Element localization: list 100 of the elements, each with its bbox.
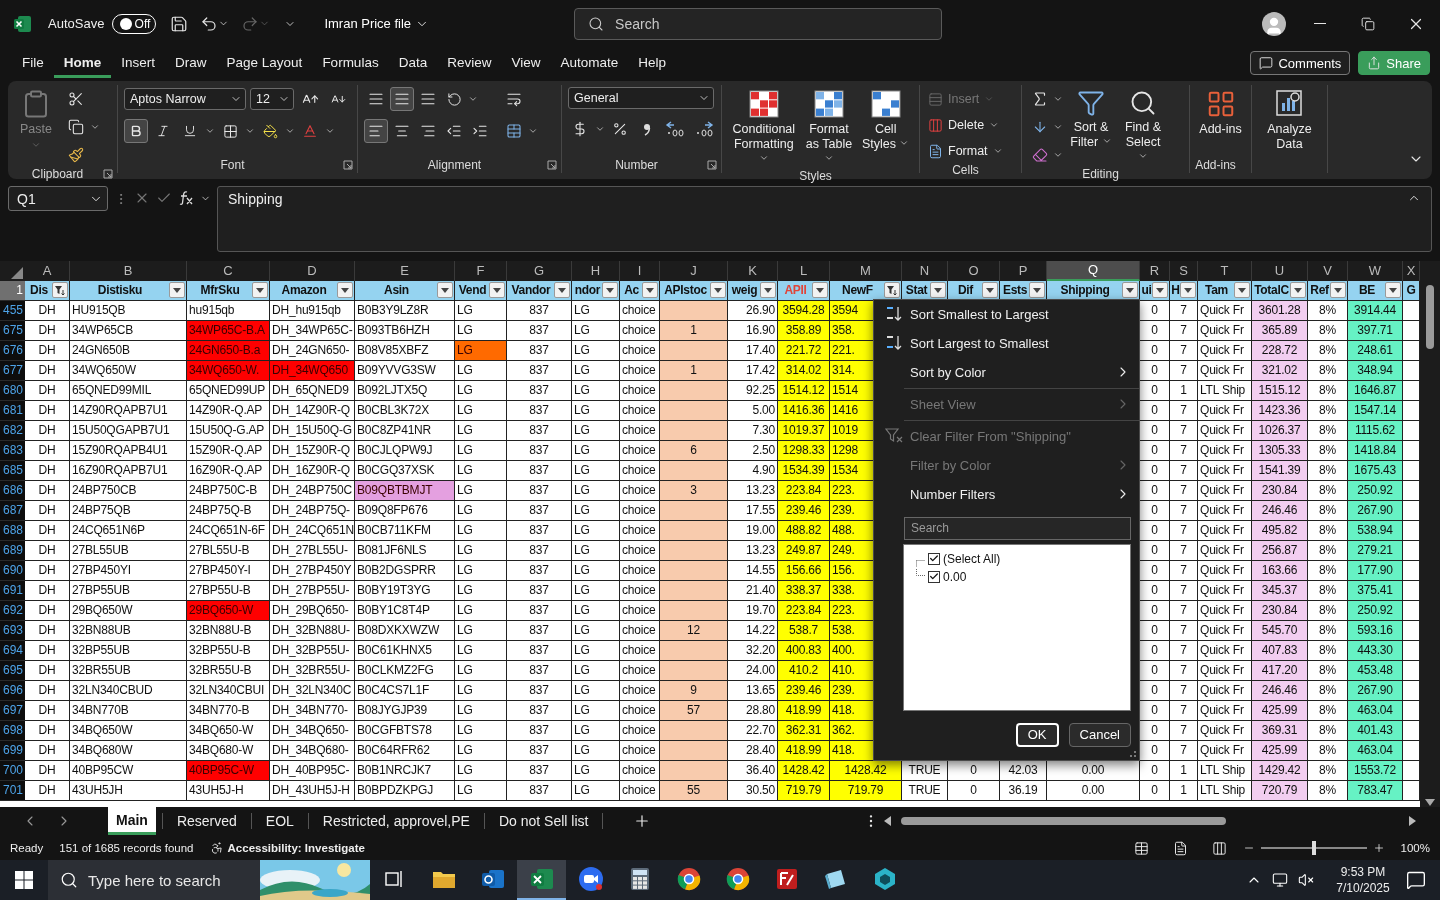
zoom-level[interactable]: 100% bbox=[1400, 842, 1430, 855]
row-number[interactable]: 455 bbox=[0, 300, 25, 321]
clock-time[interactable]: 9:53 PM bbox=[1340, 865, 1386, 879]
column-letter[interactable]: W bbox=[1348, 260, 1403, 281]
accessibility-status[interactable]: Accessibility: Investigate bbox=[227, 842, 365, 855]
menu-tab[interactable]: Help bbox=[628, 48, 677, 78]
column-letter[interactable]: G bbox=[507, 260, 572, 281]
menu-tab[interactable]: Home bbox=[53, 48, 112, 78]
name-box[interactable]: Q1 bbox=[8, 186, 108, 212]
row-number[interactable]: 675 bbox=[0, 320, 25, 341]
row-number[interactable]: 676 bbox=[0, 340, 25, 361]
autosave-toggle[interactable]: Off bbox=[112, 13, 157, 34]
row-number[interactable]: 689 bbox=[0, 540, 25, 561]
column-letter[interactable]: H bbox=[572, 260, 620, 281]
row-number[interactable]: 677 bbox=[0, 360, 25, 381]
row-number[interactable]: 690 bbox=[0, 560, 25, 581]
row-number[interactable]: 693 bbox=[0, 620, 25, 641]
ribbon-button[interactable]: Conditional Formatting bbox=[728, 87, 800, 170]
row-number[interactable]: 692 bbox=[0, 600, 25, 621]
menu-tab[interactable]: Page Layout bbox=[216, 48, 313, 78]
column-letter[interactable]: B bbox=[70, 260, 187, 281]
font-name-select[interactable]: Aptos Narrow bbox=[124, 88, 246, 111]
font-size-select[interactable]: 12 bbox=[250, 88, 294, 111]
formula-field[interactable]: Shipping bbox=[217, 186, 1432, 253]
clock-date[interactable]: 7/10/2025 bbox=[1336, 881, 1390, 895]
table-cell: choice bbox=[620, 440, 660, 461]
sheet-tab[interactable]: Main bbox=[108, 807, 156, 836]
menu-tab[interactable]: Automate bbox=[550, 48, 629, 78]
table-cell: choice bbox=[620, 380, 660, 401]
ribbon-button[interactable]: Format as Table bbox=[801, 87, 857, 170]
row-number[interactable]: 691 bbox=[0, 580, 25, 601]
column-letter[interactable]: L bbox=[778, 260, 830, 281]
row-number[interactable]: 683 bbox=[0, 440, 25, 461]
row-number[interactable]: 1 bbox=[0, 280, 25, 301]
ok-button[interactable]: OK bbox=[1015, 722, 1059, 747]
column-letter[interactable]: I bbox=[620, 260, 660, 281]
menu-tab[interactable]: Data bbox=[388, 48, 438, 78]
table-cell: 8% bbox=[1308, 520, 1348, 541]
comments-button[interactable]: Comments bbox=[1250, 51, 1351, 76]
menu-tab[interactable]: Formulas bbox=[312, 48, 389, 78]
table-cell: 34BQ650W bbox=[70, 720, 187, 741]
column-title: Vandor bbox=[510, 283, 552, 297]
ribbon-button[interactable]: Format bbox=[926, 139, 1005, 164]
search-field[interactable]: Search bbox=[904, 516, 1131, 540]
group-label: Editing bbox=[1081, 167, 1120, 182]
add-ins-button[interactable]: Add-ins bbox=[1196, 87, 1245, 140]
column-letter[interactable]: E bbox=[355, 260, 455, 281]
column-letter[interactable]: R bbox=[1140, 260, 1170, 281]
table-cell: DH_14Z90R-Q bbox=[270, 400, 355, 421]
table-cell: B093TB6HZH bbox=[355, 320, 455, 341]
ribbon-button[interactable]: Sort & Filter bbox=[1067, 87, 1115, 153]
analyze-data-button[interactable]: Analyze Data bbox=[1258, 87, 1321, 155]
row-number[interactable]: 686 bbox=[0, 480, 25, 501]
ribbon-button[interactable]: Cell Styles bbox=[858, 87, 913, 155]
table-cell: 34BQ650-W bbox=[187, 720, 270, 741]
column-letter[interactable]: O bbox=[948, 260, 1000, 281]
row-number[interactable]: 699 bbox=[0, 740, 25, 761]
menu-tab[interactable]: Review bbox=[437, 48, 502, 78]
column-letter[interactable]: T bbox=[1198, 260, 1252, 281]
column-letter[interactable]: F bbox=[455, 260, 507, 281]
number-format-select[interactable]: General bbox=[568, 87, 714, 110]
sheet-tab[interactable]: Do not Sell list bbox=[490, 807, 597, 836]
row-number[interactable]: 680 bbox=[0, 380, 25, 401]
row-number[interactable]: 688 bbox=[0, 520, 25, 541]
sheet-tab[interactable]: Restricted, approvel,PE bbox=[314, 807, 478, 836]
file-name-button[interactable]: Imran Price file bbox=[320, 14, 434, 34]
column-letter[interactable]: M bbox=[830, 260, 902, 281]
taskbar-search-field[interactable]: Type here to search bbox=[48, 860, 260, 900]
row-number[interactable]: 695 bbox=[0, 660, 25, 681]
column-letter[interactable]: J bbox=[660, 260, 728, 281]
column-letter[interactable]: S bbox=[1170, 260, 1198, 281]
ribbon-button[interactable]: Find & Select bbox=[1119, 87, 1167, 168]
row-number[interactable]: 682 bbox=[0, 420, 25, 441]
row-number[interactable]: 696 bbox=[0, 680, 25, 701]
column-letter[interactable]: K bbox=[728, 260, 778, 281]
cancel-button[interactable]: Cancel bbox=[1068, 722, 1131, 747]
row-number[interactable]: 685 bbox=[0, 460, 25, 481]
column-letter[interactable]: Q bbox=[1047, 260, 1140, 281]
column-letter[interactable]: N bbox=[902, 260, 948, 281]
column-letter[interactable]: D bbox=[270, 260, 355, 281]
menu-tab[interactable]: Insert bbox=[111, 48, 166, 78]
search-field[interactable]: Search bbox=[574, 7, 943, 40]
table-cell: 837 bbox=[507, 640, 572, 661]
column-letter[interactable]: V bbox=[1308, 260, 1348, 281]
row-number[interactable]: 687 bbox=[0, 500, 25, 521]
row-number[interactable]: 697 bbox=[0, 700, 25, 721]
ribbon-button[interactable]: Delete bbox=[926, 113, 1002, 138]
menu-tab[interactable]: View bbox=[501, 48, 551, 78]
column-letter[interactable]: C bbox=[187, 260, 270, 281]
column-letter[interactable]: A bbox=[25, 260, 70, 281]
row-number[interactable]: 700 bbox=[0, 760, 25, 781]
sheet-tab[interactable]: Reserved bbox=[168, 807, 245, 836]
row-number[interactable]: 698 bbox=[0, 720, 25, 741]
row-number[interactable]: 701 bbox=[0, 780, 25, 801]
row-number[interactable]: 694 bbox=[0, 640, 25, 661]
row-number[interactable]: 681 bbox=[0, 400, 25, 421]
menu-tab[interactable]: Draw bbox=[165, 48, 217, 78]
column-letter[interactable]: U bbox=[1252, 260, 1308, 281]
sheet-tab[interactable]: EOL bbox=[257, 807, 302, 836]
menu-tab[interactable]: File bbox=[12, 48, 54, 78]
